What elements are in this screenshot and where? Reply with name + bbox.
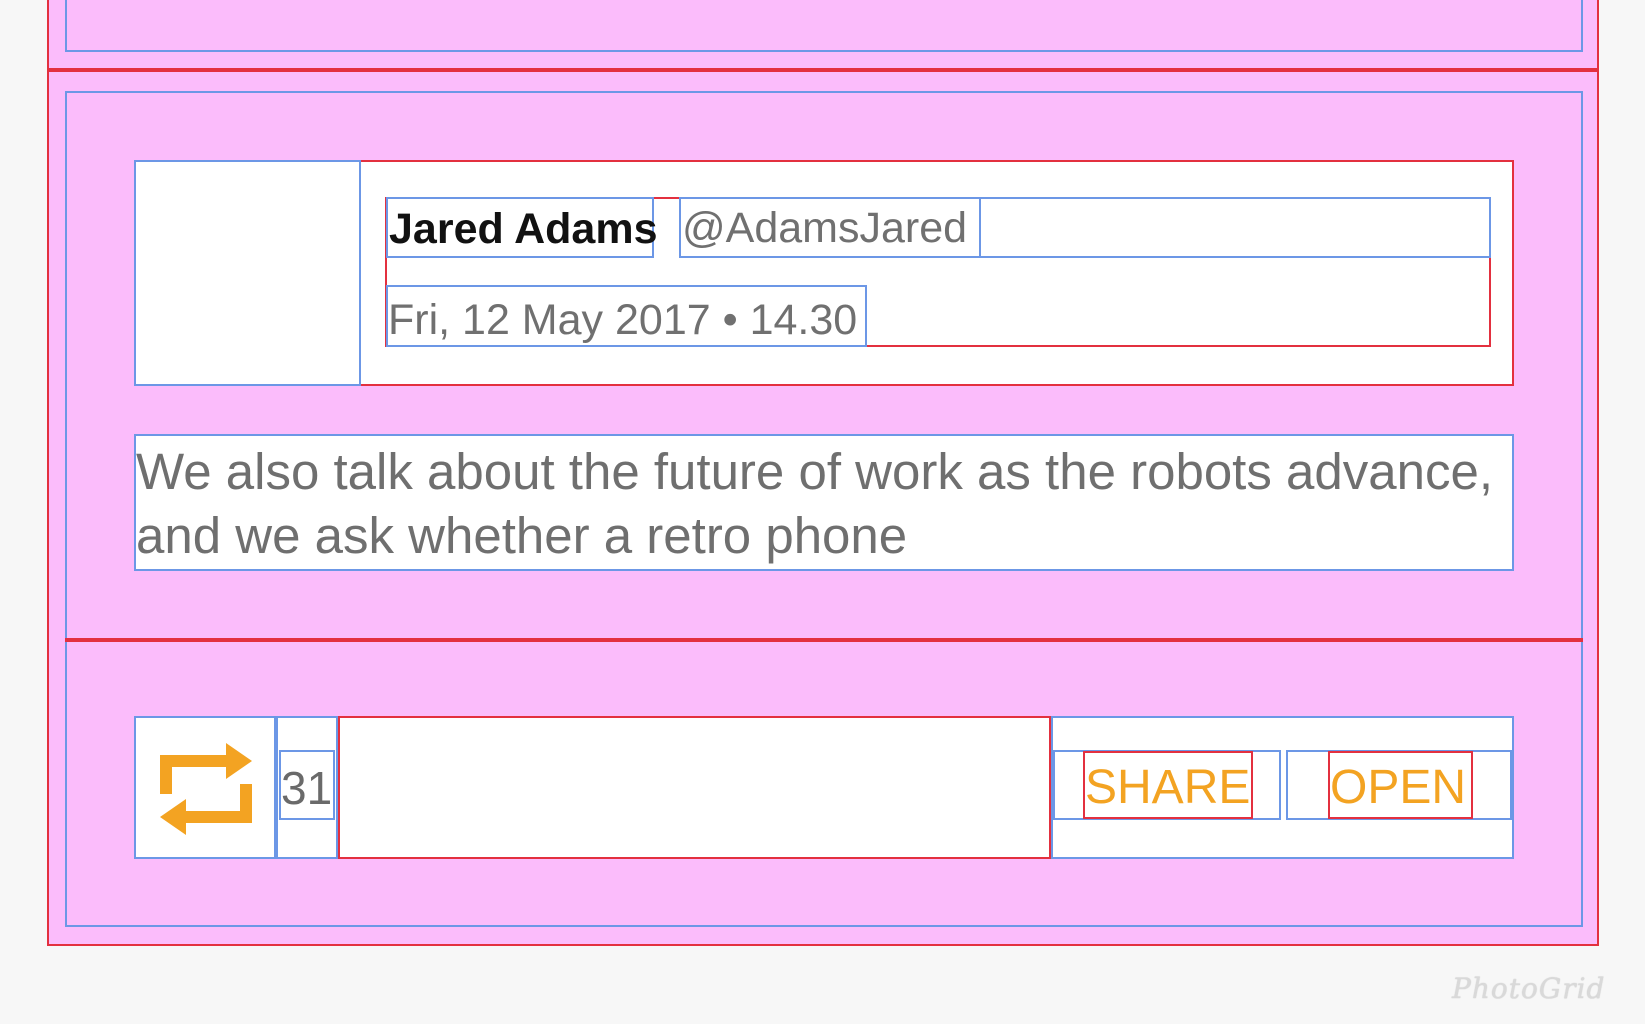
tweet-body: We also talk about the future of work as… [134,434,1514,571]
author-name[interactable]: Jared Adams [386,197,657,258]
photogrid-watermark: PhotoGrid [1452,972,1606,1005]
author-handle[interactable]: @AdamsJared [679,197,981,258]
header-spacer [979,197,1491,258]
avatar[interactable] [134,160,361,386]
tweet-timestamp: Fri, 12 May 2017 • 14.30 [386,285,867,347]
retweet-count: 31 [279,750,335,820]
share-button[interactable]: SHARE [1083,751,1253,819]
retweet-button[interactable] [134,716,276,859]
open-button[interactable]: OPEN [1328,751,1473,819]
action-divider [65,638,1583,642]
action-bar-spacer [338,716,1051,859]
screen: Jared Adams @AdamsJared Fri, 12 May 2017… [0,0,1645,1024]
retweet-icon [156,733,256,845]
previous-card-inner-frame [65,0,1583,52]
